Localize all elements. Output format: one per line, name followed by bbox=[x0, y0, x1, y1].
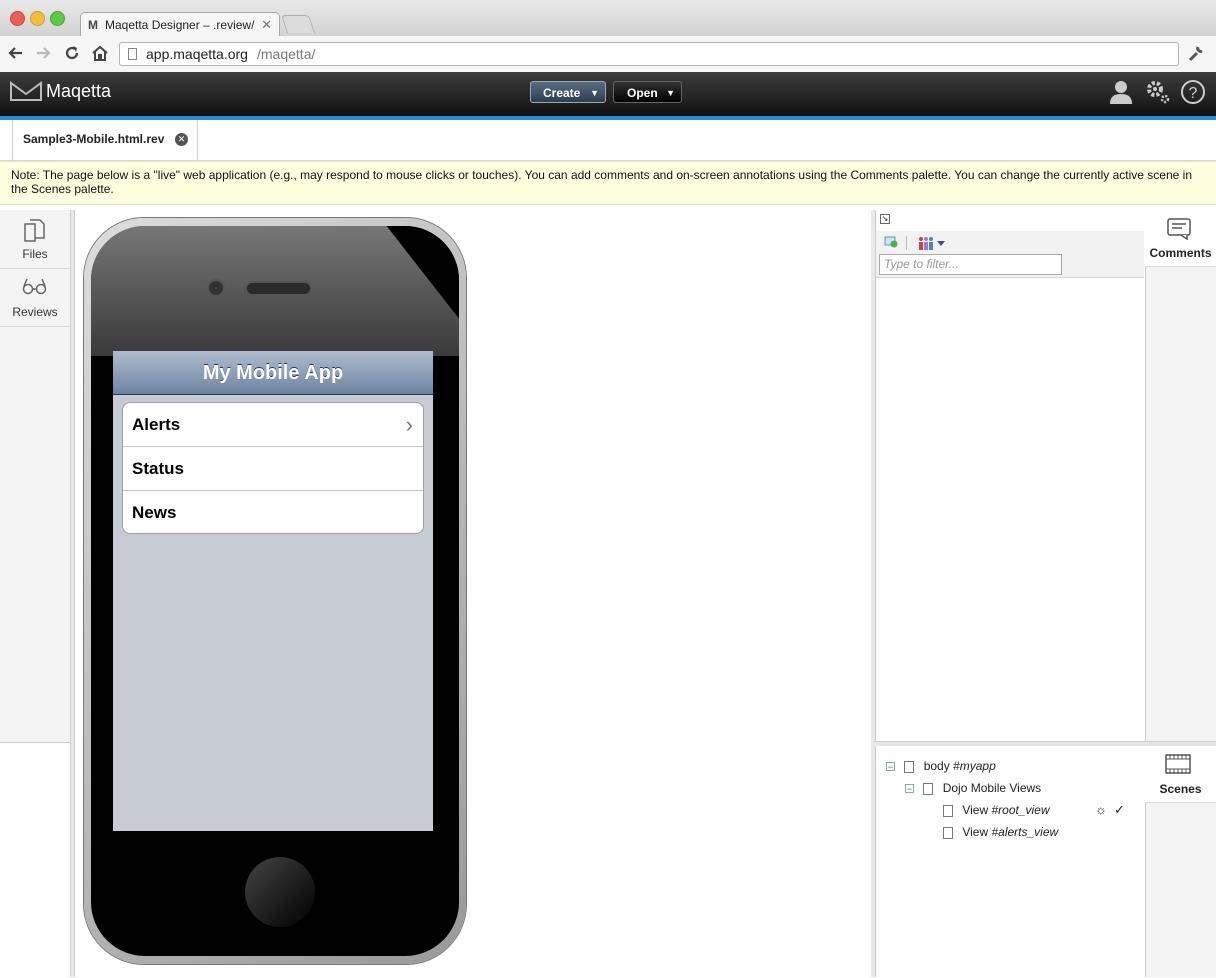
tree-node-id: #myapp bbox=[953, 759, 996, 773]
users-filter-icon[interactable] bbox=[918, 236, 948, 250]
list-item-news[interactable]: News bbox=[123, 491, 423, 533]
add-comment-icon[interactable] bbox=[884, 236, 898, 248]
tree-node-alerts-view[interactable]: View #alerts_view bbox=[886, 821, 1141, 843]
chevron-right-icon: › bbox=[405, 412, 413, 437]
files-label: Files bbox=[22, 247, 48, 261]
phone-home-button bbox=[245, 857, 315, 927]
comments-tab-label: Comments bbox=[1149, 246, 1212, 260]
url-host: app.maqetta.org bbox=[146, 46, 248, 62]
right-sidebar bbox=[1145, 210, 1216, 977]
tree-node-label: View bbox=[962, 803, 992, 817]
list-item-label: News bbox=[132, 503, 177, 522]
scenes-tab-label: Scenes bbox=[1159, 782, 1202, 796]
home-icon[interactable] bbox=[90, 43, 110, 63]
left-lower-pane bbox=[0, 742, 70, 978]
filter-placeholder: Type to filter... bbox=[884, 257, 959, 271]
list-item-status[interactable]: Status bbox=[123, 447, 423, 491]
mobile-list: Alerts › Status News bbox=[122, 402, 424, 534]
tree-node-root-view[interactable]: View #root_view ☼ ✓ bbox=[886, 799, 1141, 821]
film-icon bbox=[1165, 754, 1191, 777]
phone-camera-icon bbox=[207, 279, 225, 297]
close-window-button[interactable] bbox=[10, 11, 25, 26]
wrench-icon[interactable] bbox=[1186, 43, 1206, 63]
list-item-label: Alerts bbox=[132, 415, 181, 434]
open-button[interactable]: Open ▼ bbox=[613, 81, 682, 103]
maqetta-favicon-icon: M bbox=[88, 18, 98, 32]
scenes-tab[interactable]: Scenes bbox=[1145, 746, 1216, 803]
maqetta-logo-icon bbox=[10, 81, 42, 104]
tree-node-id: #root_view bbox=[991, 803, 1050, 817]
collapse-toggle-icon[interactable]: − bbox=[886, 762, 895, 772]
reviews-label: Reviews bbox=[12, 305, 58, 319]
collapse-icon[interactable]: ↘ bbox=[880, 214, 890, 224]
comments-filter-input[interactable]: Type to filter... bbox=[879, 254, 1062, 275]
editor-tab-label: Sample3-Mobile.html.rev bbox=[23, 132, 165, 146]
tree-node-label: body bbox=[923, 759, 954, 773]
close-tab-icon[interactable]: ✕ bbox=[175, 133, 188, 146]
arrow-right-icon[interactable] bbox=[33, 43, 53, 63]
tree-node-body[interactable]: − body #myapp bbox=[886, 755, 1141, 777]
tree-node-label: View bbox=[962, 825, 992, 839]
glasses-icon bbox=[22, 277, 48, 298]
files-icon bbox=[24, 219, 46, 246]
chevron-down-icon: ▼ bbox=[666, 88, 675, 98]
chevron-down-icon: ▼ bbox=[590, 88, 599, 98]
initial-scene-icon[interactable]: ☼ bbox=[1095, 799, 1107, 821]
scenes-tree: − body #myapp − Dojo Mobile Views View #… bbox=[886, 755, 1141, 843]
url-path: /maqetta/ bbox=[257, 46, 316, 62]
editor-tab[interactable]: Sample3-Mobile.html.rev ✕ bbox=[12, 120, 198, 160]
help-icon[interactable]: ? bbox=[1180, 79, 1206, 108]
reload-icon[interactable] bbox=[62, 43, 82, 63]
document-icon bbox=[943, 804, 953, 817]
browser-tab-title: Maqetta Designer – .review/ bbox=[105, 18, 255, 32]
document-icon bbox=[943, 826, 953, 839]
close-tab-icon[interactable]: ✕ bbox=[261, 13, 272, 37]
tree-node-dojo-views[interactable]: − Dojo Mobile Views bbox=[886, 777, 1141, 799]
page-icon bbox=[128, 48, 137, 60]
comments-tab[interactable]: Comments bbox=[1145, 210, 1216, 267]
zoom-window-button[interactable] bbox=[50, 11, 65, 26]
document-icon bbox=[904, 760, 915, 773]
svg-text:?: ? bbox=[1189, 85, 1198, 102]
reviews-button[interactable]: Reviews bbox=[0, 269, 70, 327]
user-icon[interactable] bbox=[1108, 79, 1134, 108]
minimize-window-button[interactable] bbox=[30, 11, 45, 26]
document-icon bbox=[923, 782, 934, 795]
app-logo-text: Maqetta bbox=[46, 81, 112, 101]
toolbar-divider bbox=[906, 236, 907, 250]
new-tab-button[interactable] bbox=[281, 15, 315, 33]
comment-icon bbox=[1167, 218, 1191, 243]
live-app-note: Note: The page below is a "live" web app… bbox=[0, 161, 1216, 205]
mobile-heading: My Mobile App bbox=[113, 351, 433, 395]
create-label: Create bbox=[543, 86, 581, 100]
list-item-alerts[interactable]: Alerts › bbox=[123, 403, 423, 447]
list-item-label: Status bbox=[132, 459, 184, 478]
tree-node-label: Dojo Mobile Views bbox=[942, 781, 1042, 795]
tree-node-id: #alerts_view bbox=[991, 825, 1059, 839]
browser-tab[interactable]: M Maqetta Designer – .review/ ✕ bbox=[80, 12, 280, 38]
app-header bbox=[0, 72, 1216, 116]
open-label: Open bbox=[627, 86, 658, 100]
create-button[interactable]: Create ▼ bbox=[530, 81, 606, 103]
phone-speaker bbox=[245, 281, 312, 296]
gear-icon[interactable] bbox=[1145, 79, 1171, 108]
files-button[interactable]: Files bbox=[0, 211, 70, 269]
arrow-left-icon[interactable] bbox=[6, 43, 26, 63]
current-scene-check-icon[interactable]: ✓ bbox=[1114, 799, 1125, 821]
address-bar[interactable]: app.maqetta.org /maqetta/ bbox=[119, 42, 1179, 66]
collapse-toggle-icon[interactable]: − bbox=[905, 784, 914, 794]
